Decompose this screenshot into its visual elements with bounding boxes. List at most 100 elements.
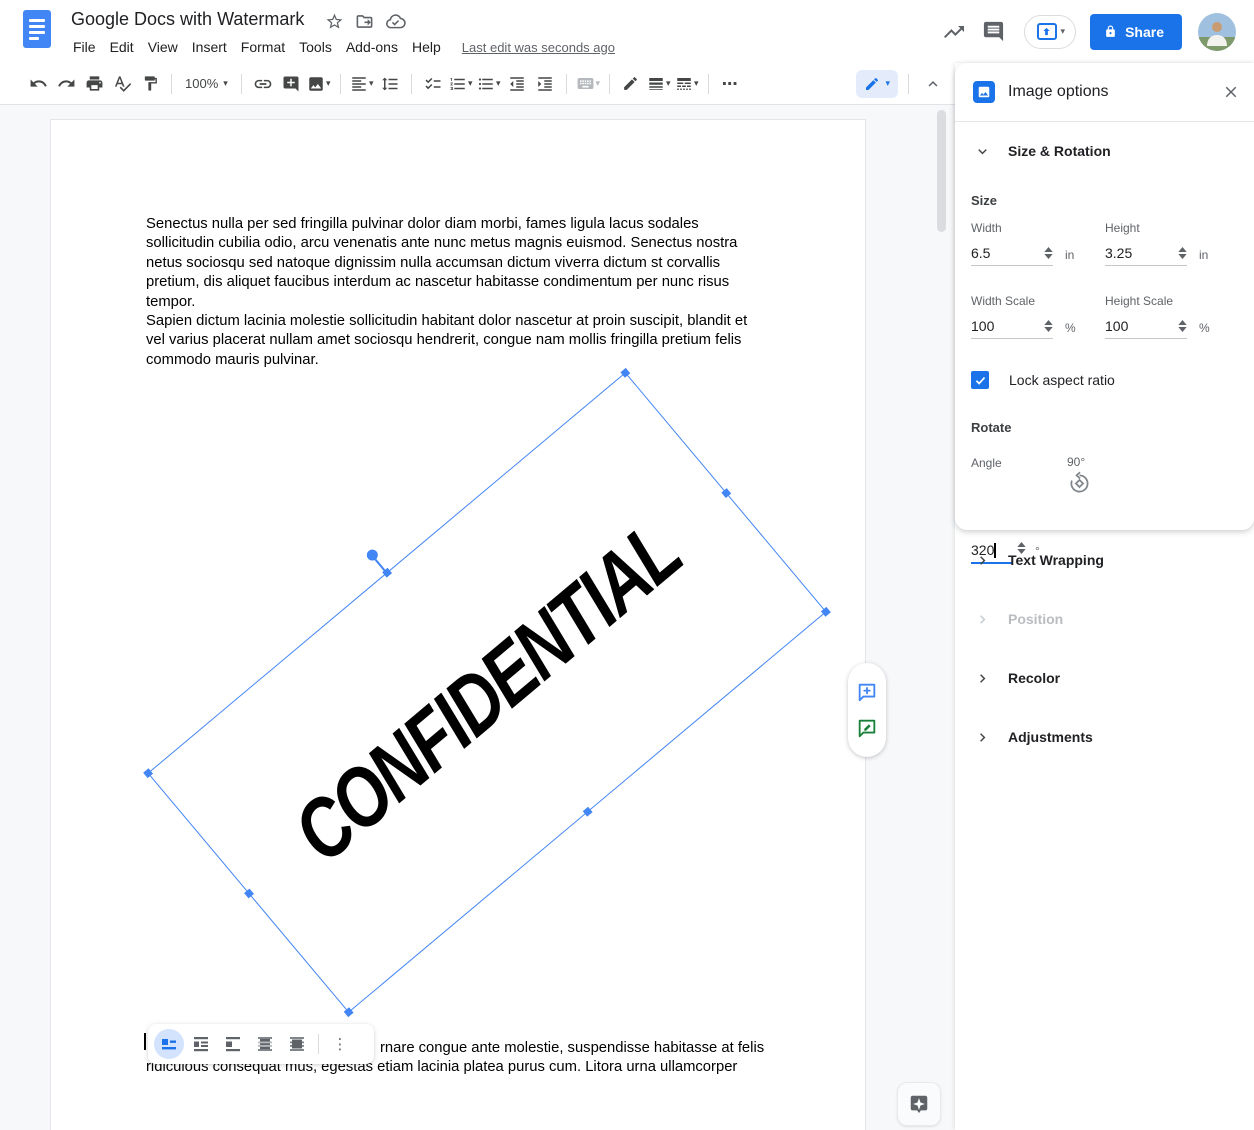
insert-link-icon[interactable] (249, 70, 277, 98)
width-scale-field[interactable] (971, 311, 1053, 339)
share-button[interactable]: Share (1090, 14, 1182, 50)
suggest-edit-icon[interactable] (856, 717, 878, 739)
behind-text-icon[interactable] (250, 1029, 280, 1059)
section-size-rotation[interactable]: Size & Rotation (975, 143, 1111, 159)
width-input[interactable] (971, 245, 1027, 265)
bottom-text-line-1[interactable]: rnare congue ante molestie, suspendisse … (380, 1039, 764, 1058)
redo-icon[interactable] (52, 70, 80, 98)
height-label: Height (1105, 221, 1140, 235)
panel-title: Image options (1008, 83, 1222, 101)
section-adjustments[interactable]: Adjustments (955, 713, 1254, 761)
last-edit-link[interactable]: Last edit was seconds ago (462, 40, 615, 55)
size-rotation-label: Size & Rotation (1008, 143, 1111, 159)
image-caret-icon: ▾ (326, 79, 331, 88)
cloud-saved-icon[interactable] (385, 11, 406, 32)
document-scrollbar[interactable] (937, 110, 946, 232)
menu-addons[interactable]: Add-ons (339, 36, 405, 58)
menu-tools[interactable]: Tools (292, 36, 339, 58)
height-spinner-icon[interactable] (1178, 247, 1187, 265)
paragraph-2[interactable]: Sapien dictum lacinia molestie sollicitu… (146, 312, 770, 370)
add-comment-icon[interactable] (277, 70, 305, 98)
document-activity-icon[interactable] (934, 12, 974, 52)
spellcheck-icon[interactable] (108, 70, 136, 98)
lock-aspect-label[interactable]: Lock aspect ratio (1009, 372, 1115, 388)
border-dash-caret-icon: ▾ (694, 79, 699, 88)
width-scale-label: Width Scale (971, 294, 1035, 308)
chevron-right-icon (975, 671, 990, 686)
border-weight-icon[interactable]: ▾ (645, 70, 673, 98)
section-recolor[interactable]: Recolor (955, 654, 1254, 702)
star-icon[interactable] (325, 12, 344, 31)
size-rotation-card: Image options Size & Rotation Size Width… (955, 63, 1254, 530)
height-unit: in (1199, 248, 1208, 262)
document-title[interactable]: Google Docs with Watermark (71, 9, 304, 30)
wrap-more-icon[interactable]: ⋮ (325, 1029, 355, 1059)
width-label: Width (971, 221, 1002, 235)
height-input[interactable] (1105, 245, 1161, 265)
align-caret-icon: ▾ (369, 79, 374, 88)
paragraph-1[interactable]: Senectus nulla per sed fringilla pulvina… (146, 215, 770, 312)
align-icon[interactable]: ▾ (348, 70, 376, 98)
editing-mode-button[interactable]: ▾ (856, 70, 898, 98)
height-scale-field[interactable] (1105, 311, 1187, 339)
comments-icon[interactable] (974, 12, 1014, 52)
hide-menus-icon[interactable] (919, 70, 947, 98)
border-color-icon[interactable] (617, 70, 645, 98)
angle-label: Angle (971, 456, 1002, 470)
google-docs-logo-icon[interactable] (23, 10, 51, 48)
add-comment-margin-icon[interactable] (856, 681, 878, 703)
chevron-right-icon (975, 553, 990, 568)
explore-button[interactable] (897, 1082, 941, 1126)
image-options-panel: Image options Size & Rotation Size Width… (955, 63, 1254, 1130)
menu-insert[interactable]: Insert (185, 36, 234, 58)
increase-indent-icon[interactable] (531, 70, 559, 98)
present-caret-icon: ▾ (1061, 27, 1066, 36)
width-scale-input[interactable] (971, 318, 1027, 338)
app-header: Google Docs with Watermark File Edit Vie… (0, 0, 1254, 63)
wrap-inline-icon[interactable] (154, 1029, 184, 1059)
present-icon (1037, 23, 1057, 40)
checklist-icon[interactable] (419, 70, 447, 98)
present-button[interactable]: ▾ (1024, 15, 1077, 49)
close-panel-icon[interactable] (1222, 83, 1240, 101)
height-field[interactable] (1105, 238, 1187, 266)
rotate-90-icon[interactable] (1067, 471, 1092, 496)
menu-format[interactable]: Format (234, 36, 292, 58)
move-folder-icon[interactable] (355, 12, 374, 31)
front-text-icon[interactable] (282, 1029, 312, 1059)
decrease-indent-icon[interactable] (503, 70, 531, 98)
more-options-icon[interactable]: ⋯ (716, 70, 744, 98)
border-weight-caret-icon: ▾ (666, 79, 671, 88)
paint-format-icon[interactable] (136, 70, 164, 98)
position-label: Position (1008, 611, 1063, 627)
menu-view[interactable]: View (141, 36, 185, 58)
undo-icon[interactable] (24, 70, 52, 98)
width-spinner-icon[interactable] (1044, 247, 1053, 265)
wrap-text-icon[interactable] (186, 1029, 216, 1059)
line-spacing-icon[interactable] (376, 70, 404, 98)
width-scale-spinner-icon[interactable] (1044, 320, 1053, 338)
input-tools-caret-icon: ▾ (596, 79, 601, 88)
menu-help[interactable]: Help (405, 36, 448, 58)
check-icon (974, 374, 987, 387)
print-icon[interactable] (80, 70, 108, 98)
section-text-wrapping[interactable]: Text Wrapping (955, 536, 1254, 584)
menu-file[interactable]: File (66, 36, 103, 58)
zoom-select[interactable]: 100%▾ (179, 76, 234, 91)
lock-icon (1104, 25, 1117, 38)
height-scale-input[interactable] (1105, 318, 1161, 338)
bulleted-caret-icon: ▾ (496, 79, 501, 88)
insert-image-icon[interactable]: ▾ (305, 70, 333, 98)
input-tools-icon[interactable]: ▾ (574, 70, 602, 98)
bulleted-list-icon[interactable]: ▾ (475, 70, 503, 98)
numbered-list-icon[interactable]: ▾ (447, 70, 475, 98)
width-field[interactable] (971, 238, 1053, 266)
height-scale-spinner-icon[interactable] (1178, 320, 1187, 338)
numbered-caret-icon: ▾ (468, 79, 473, 88)
lock-aspect-checkbox[interactable] (971, 371, 989, 389)
menu-edit[interactable]: Edit (103, 36, 141, 58)
user-avatar[interactable] (1198, 13, 1236, 51)
border-dash-icon[interactable]: ▾ (673, 70, 701, 98)
main-toolbar: 100%▾ ▾ ▾ ▾ ▾ ▾ ▾ ▾ ⋯ ▾ (0, 63, 955, 105)
break-text-icon[interactable] (218, 1029, 248, 1059)
